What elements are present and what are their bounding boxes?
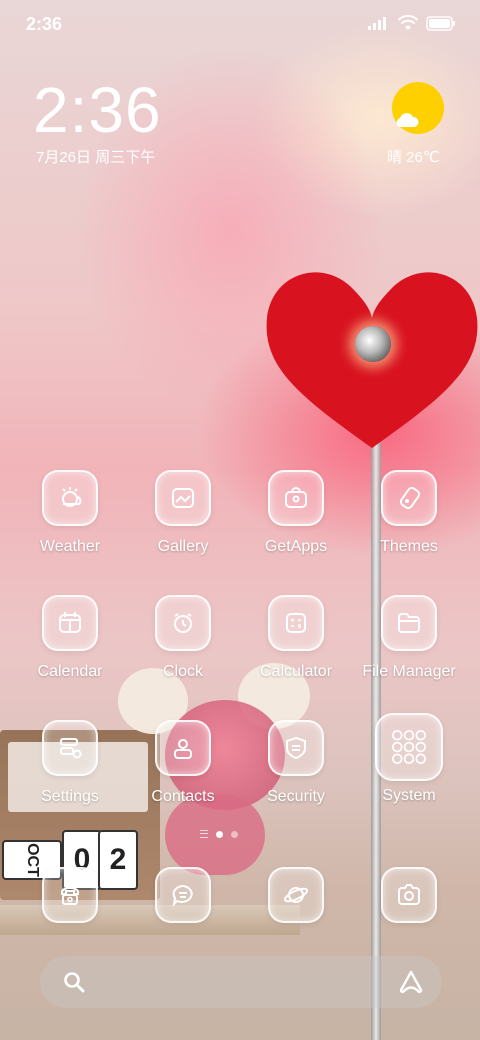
settings-icon — [42, 720, 98, 776]
app-system-folder[interactable]: System — [354, 713, 464, 805]
app-label: Security — [267, 788, 325, 805]
app-label: Contacts — [151, 788, 215, 805]
wallpaper-lamp-bulb — [355, 326, 391, 362]
app-settings[interactable]: Settings — [15, 720, 125, 806]
app-label: Calendar — [37, 663, 103, 680]
dock-browser[interactable] — [241, 867, 351, 923]
app-getapps[interactable]: GetApps — [241, 470, 351, 556]
browser-icon — [268, 867, 324, 923]
search-bar[interactable] — [40, 956, 442, 1008]
clock-icon — [155, 595, 211, 651]
app-label: Themes — [380, 538, 438, 555]
getapps-icon — [268, 470, 324, 526]
dock-messages[interactable] — [128, 867, 238, 923]
calculator-icon — [268, 595, 324, 651]
app-label: Calculator — [259, 663, 333, 680]
wallpaper-lamp-pole — [371, 360, 381, 1040]
contacts-icon — [155, 720, 211, 776]
assistant-icon[interactable] — [398, 969, 424, 995]
wifi-icon — [398, 15, 418, 30]
page-indicator[interactable] — [200, 830, 238, 838]
app-calculator[interactable]: Calculator — [241, 595, 351, 681]
messages-icon — [155, 867, 211, 923]
cloud-icon — [396, 113, 419, 127]
security-icon — [268, 720, 324, 776]
clock-widget-time[interactable]: 2:36 — [33, 75, 162, 145]
app-security[interactable]: Security — [241, 720, 351, 806]
app-clock[interactable]: Clock — [128, 595, 238, 681]
app-themes[interactable]: Themes — [354, 470, 464, 556]
app-weather[interactable]: Weather — [15, 470, 125, 556]
weather-widget-text: 晴 26℃ — [387, 149, 440, 166]
app-label: GetApps — [264, 538, 328, 555]
camera-icon — [381, 867, 437, 923]
app-file-manager[interactable]: File Manager — [354, 595, 464, 681]
gallery-icon — [155, 470, 211, 526]
signal-icon — [368, 17, 386, 30]
themes-icon — [381, 470, 437, 526]
page-dot — [231, 830, 238, 838]
search-icon[interactable] — [62, 970, 86, 994]
app-label: System — [382, 787, 436, 804]
page-dot-active — [216, 830, 223, 838]
app-label: Settings — [41, 788, 99, 805]
file-manager-icon — [381, 595, 437, 651]
weather-icon — [42, 470, 98, 526]
status-bar: 2:36 — [0, 0, 480, 48]
dock-phone[interactable] — [15, 867, 125, 923]
page-list-icon — [200, 830, 208, 838]
clock-widget-date: 7月26日 周三下午 — [36, 149, 156, 166]
calendar-icon — [42, 595, 98, 651]
battery-icon — [426, 15, 455, 31]
dock-camera[interactable] — [354, 867, 464, 923]
status-time: 2:36 — [26, 14, 63, 34]
app-gallery[interactable]: Gallery — [128, 470, 238, 556]
system-folder-icon — [375, 713, 443, 781]
app-calendar[interactable]: Calendar — [15, 595, 125, 681]
phone-icon — [42, 867, 98, 923]
status-icons — [368, 15, 456, 31]
app-label: Gallery — [157, 538, 209, 555]
app-label: Clock — [162, 663, 203, 680]
app-label: Weather — [39, 538, 101, 555]
app-contacts[interactable]: Contacts — [128, 720, 238, 806]
app-label: File Manager — [362, 663, 456, 680]
